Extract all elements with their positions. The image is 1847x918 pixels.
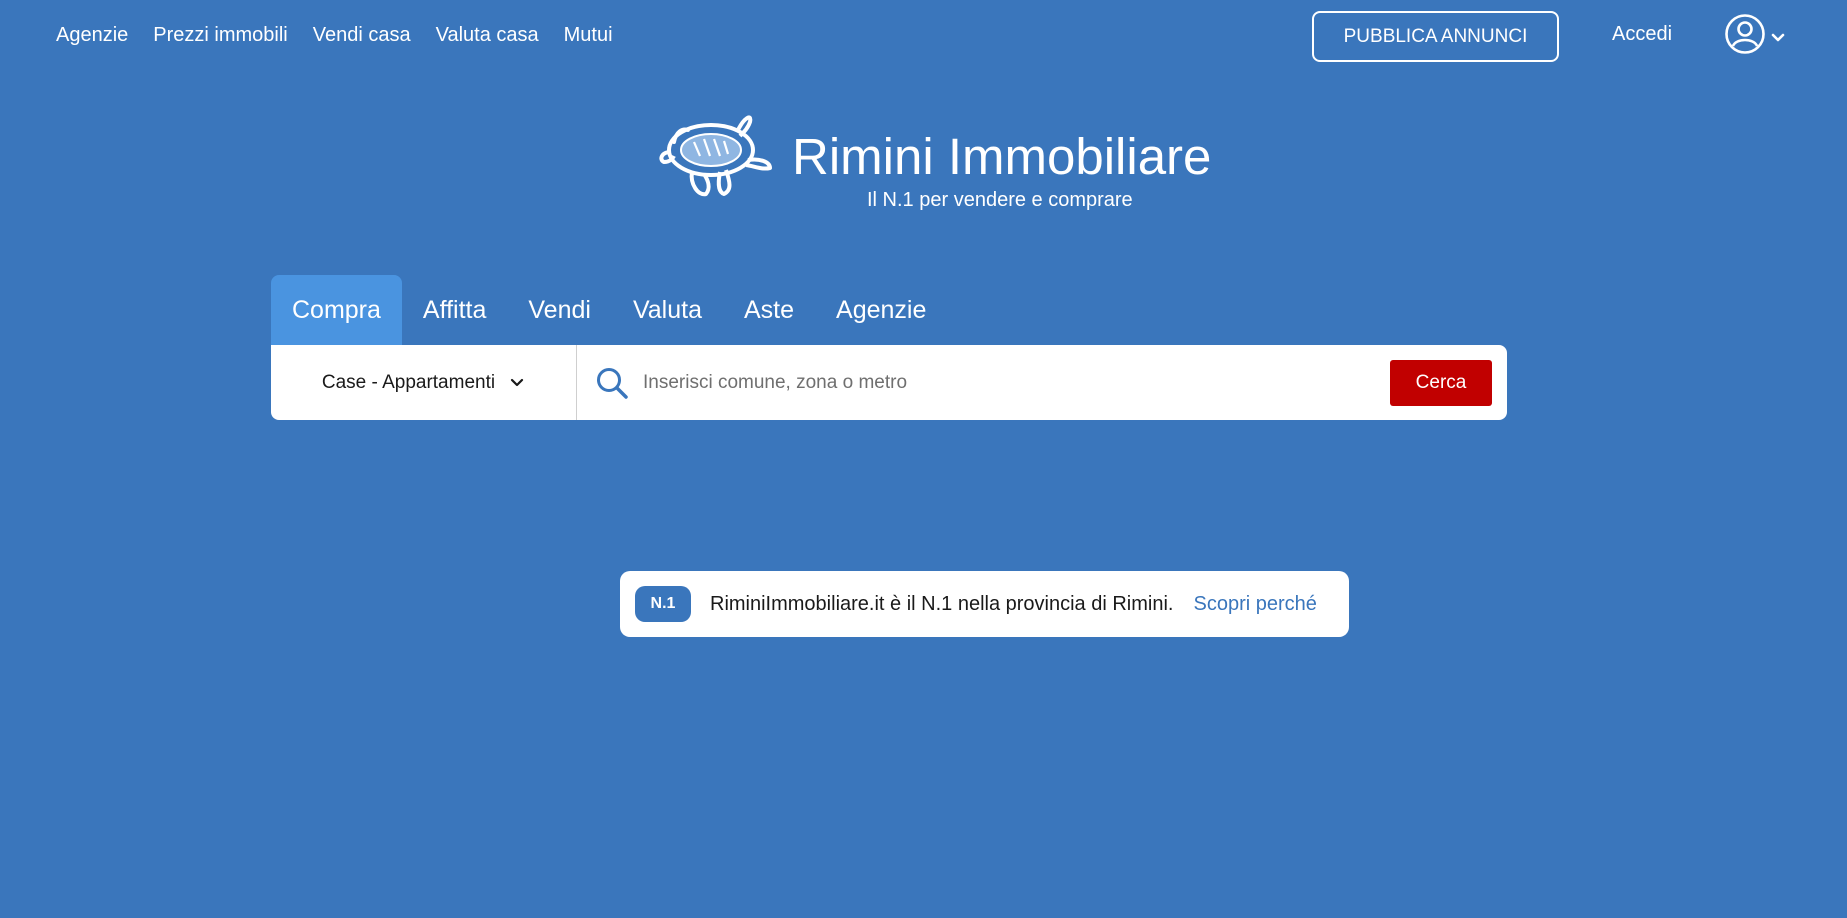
location-search-input[interactable]	[641, 362, 1390, 403]
property-type-value: Case - Appartamenti	[321, 371, 496, 393]
tab-vendi[interactable]: Vendi	[507, 275, 612, 345]
chevron-down-icon	[510, 378, 524, 386]
brand-header: Rimini Immobiliare Il N.1 per vendere e …	[656, 108, 1216, 211]
chevron-down-icon	[1771, 33, 1785, 42]
tab-affitta[interactable]: Affitta	[402, 275, 507, 345]
user-circle-icon	[1725, 14, 1765, 54]
nav-link-valuta-casa[interactable]: Valuta casa	[436, 22, 539, 48]
nav-link-vendi-casa[interactable]: Vendi casa	[313, 22, 411, 48]
turtle-logo-icon	[659, 115, 772, 197]
tab-valuta[interactable]: Valuta	[612, 275, 723, 345]
search-bar: Case - Appartamenti Cerca	[271, 345, 1507, 420]
brand-subtitle: Il N.1 per vendere e comprare	[867, 189, 1133, 211]
search-button[interactable]: Cerca	[1390, 359, 1492, 406]
brand-title: Rimini Immobiliare	[792, 128, 1212, 185]
nav-link-mutui[interactable]: Mutui	[564, 22, 613, 48]
nav-link-prezzi-immobili[interactable]: Prezzi immobili	[153, 22, 287, 48]
search-icon-wrapper	[583, 366, 641, 400]
login-link[interactable]: Accedi	[1612, 23, 1672, 46]
search-panel: Compra Affitta Vendi Valuta Aste Agenzie…	[271, 275, 1507, 421]
search-icon	[597, 367, 628, 399]
property-type-select[interactable]: Case - Appartamenti	[271, 345, 577, 420]
n1-badge: N.1	[635, 586, 691, 622]
tab-aste[interactable]: Aste	[723, 275, 815, 345]
top-nav: Agenzie Prezzi immobili Vendi casa Valut…	[56, 22, 613, 48]
tab-agenzie[interactable]: Agenzie	[815, 275, 947, 345]
search-tabs: Compra Affitta Vendi Valuta Aste Agenzie	[271, 275, 1507, 345]
publish-ads-button[interactable]: PUBBLICA ANNUNCI	[1312, 11, 1559, 62]
info-banner: N.1 RiminiImmobiliare.it è il N.1 nella …	[620, 571, 1349, 637]
user-menu[interactable]	[1724, 12, 1786, 56]
tab-compra[interactable]: Compra	[271, 275, 402, 345]
nav-link-agenzie[interactable]: Agenzie	[56, 22, 128, 48]
top-bar: Agenzie Prezzi immobili Vendi casa Valut…	[0, 0, 1847, 72]
banner-text: RiminiImmobiliare.it è il N.1 nella prov…	[710, 592, 1174, 615]
discover-why-link[interactable]: Scopri perché	[1193, 593, 1316, 616]
